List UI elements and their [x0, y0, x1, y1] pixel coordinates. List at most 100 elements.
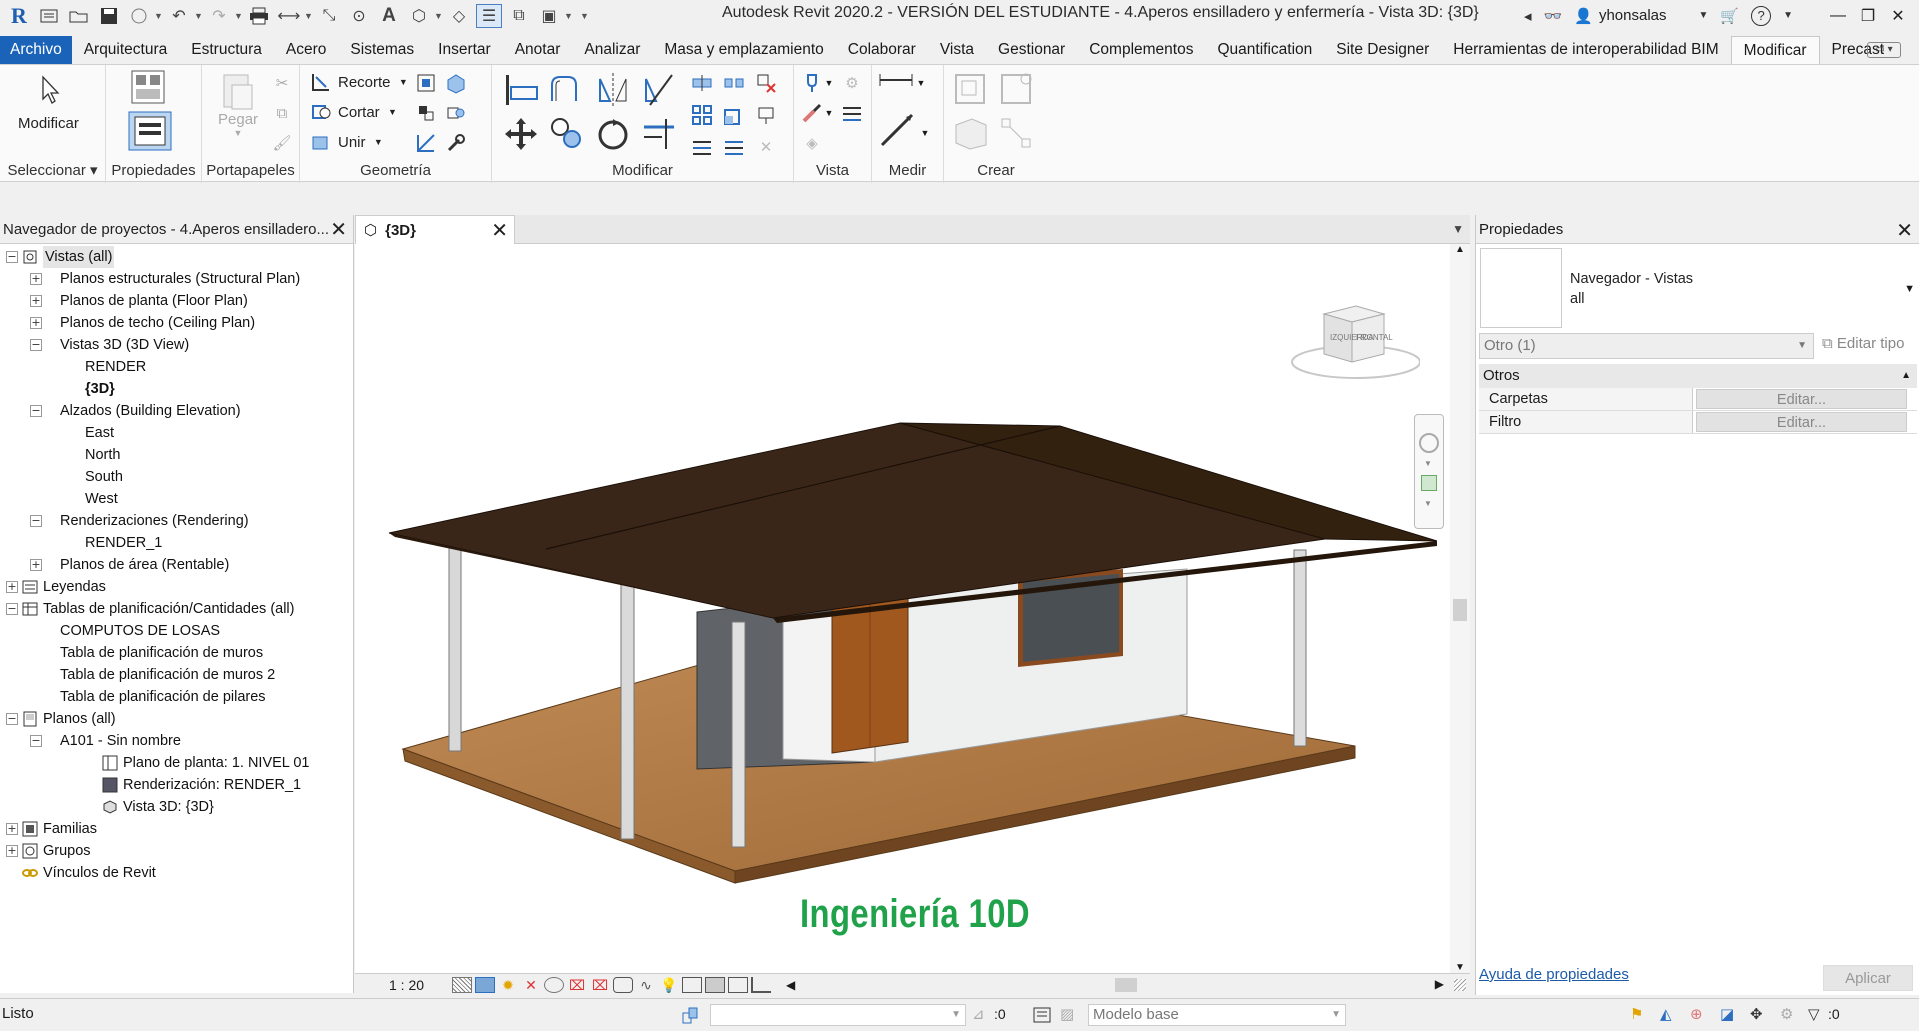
tab-vista[interactable]: Vista	[928, 36, 986, 64]
workset-select[interactable]: ▼	[710, 1004, 966, 1026]
tree-node[interactable]: − Planos (all)	[0, 708, 353, 730]
tab-complementos[interactable]: Complementos	[1077, 36, 1205, 64]
split-face-icon[interactable]	[444, 71, 468, 95]
match-properties-icon[interactable]: 🖌	[270, 131, 294, 155]
tab-anotar[interactable]: Anotar	[503, 36, 573, 64]
close-hidden-windows-icon[interactable]: ⧉	[506, 4, 532, 28]
scroll-up-icon[interactable]: ▲	[1455, 244, 1465, 255]
chevron-down-icon[interactable]: ▼	[194, 11, 204, 21]
tab-estructura[interactable]: Estructura	[179, 36, 274, 64]
tree-node[interactable]: Vista 3D: {3D}	[0, 796, 353, 818]
copy-icon[interactable]: ⧉	[270, 101, 294, 125]
chevron-down-icon[interactable]: ▼	[824, 101, 834, 125]
expand-icon[interactable]: +	[6, 823, 18, 835]
tree-node[interactable]: − Vistas (all)	[0, 246, 353, 268]
tab-archivo[interactable]: Archivo	[0, 36, 72, 64]
edit-type-button[interactable]: ⧉ Editar tipo	[1822, 335, 1904, 352]
worksharing-display-icon[interactable]	[751, 976, 772, 993]
filter-icon[interactable]: ▽	[1808, 1005, 1828, 1025]
tree-node[interactable]: Tabla de planificación de muros 2	[0, 664, 353, 686]
extend-multiple-icon[interactable]	[722, 135, 746, 159]
tab-herramientas-de-interoperabilidad-bim[interactable]: Herramientas de interoperabilidad BIM	[1441, 36, 1730, 64]
tree-node[interactable]: North	[0, 444, 353, 466]
steering-wheel-icon[interactable]	[1419, 433, 1439, 453]
properties-help-link[interactable]: Ayuda de propiedades	[1479, 966, 1629, 983]
lock-view-icon[interactable]	[613, 976, 634, 993]
undo-icon[interactable]: ↶	[166, 4, 192, 28]
expand-icon[interactable]: +	[30, 317, 42, 329]
tree-node[interactable]: − Vistas 3D (3D View)	[0, 334, 353, 356]
mirror-pick-axis-icon[interactable]	[594, 71, 632, 109]
background-processes-icon[interactable]: ⚙	[1780, 1005, 1800, 1025]
tree-node[interactable]: + Planos de techo (Ceiling Plan)	[0, 312, 353, 334]
drag-on-selection-icon[interactable]: ✥	[1750, 1005, 1770, 1025]
chevron-down-icon[interactable]: ▼	[564, 11, 574, 21]
tree-node[interactable]: + Planos de área (Rentable)	[0, 554, 353, 576]
scale-icon[interactable]	[722, 103, 746, 127]
collapse-icon[interactable]: −	[30, 515, 42, 527]
highlight-displacement-icon[interactable]	[705, 976, 726, 993]
chevron-left-icon[interactable]: ◂	[1524, 7, 1532, 25]
viewcube-front-face[interactable]: FRONTAL	[1356, 333, 1393, 342]
rotate-icon[interactable]	[594, 115, 632, 153]
measure-between-icon[interactable]	[878, 71, 914, 95]
tag-icon[interactable]: ⊙	[346, 4, 372, 28]
print-icon[interactable]	[246, 4, 272, 28]
collapse-icon[interactable]: −	[30, 405, 42, 417]
tree-node[interactable]: − Alzados (Building Elevation)	[0, 400, 353, 422]
revit-logo-icon[interactable]: R	[6, 3, 32, 28]
split-with-gap-icon[interactable]	[722, 71, 746, 95]
create-similar-icon[interactable]	[998, 115, 1036, 153]
tree-node[interactable]: − Tablas de planificación/Cantidades (all…	[0, 598, 353, 620]
section-icon[interactable]: ◇	[446, 4, 472, 28]
tab-arquitectura[interactable]: Arquitectura	[72, 36, 180, 64]
collapse-icon[interactable]: −	[6, 603, 18, 615]
help-icon[interactable]: ?	[1751, 5, 1772, 26]
cut-icon[interactable]: ✂	[270, 71, 294, 95]
tree-node[interactable]: − A101 - Sin nombre	[0, 730, 353, 752]
editing-requests-icon[interactable]: ⊿	[972, 1005, 992, 1025]
tree-node[interactable]: COMPUTOS DE LOSAS	[0, 620, 353, 642]
tree-node[interactable]: West	[0, 488, 353, 510]
render-dialog-icon[interactable]	[544, 976, 565, 993]
tree-node[interactable]: {3D}	[0, 378, 353, 400]
3d-view-icon[interactable]: ⬡	[406, 4, 432, 28]
unpin-icon[interactable]: ✕	[754, 135, 778, 159]
scroll-thumb[interactable]	[1453, 599, 1467, 621]
array-icon[interactable]	[690, 103, 714, 127]
chevron-down-icon[interactable]: ▼	[1424, 499, 1432, 508]
aligned-dimension-icon[interactable]: ⤡	[316, 4, 342, 28]
move-icon[interactable]	[502, 115, 540, 153]
collapse-icon[interactable]: −	[6, 713, 18, 725]
tree-node[interactable]: RENDER	[0, 356, 353, 378]
tree-node[interactable]: RENDER_1	[0, 532, 353, 554]
thin-lines-icon[interactable]: ☰	[476, 3, 502, 28]
user-icon[interactable]: 👤	[1574, 7, 1593, 25]
trim-multiple-icon[interactable]	[690, 135, 714, 159]
resize-grip-icon[interactable]	[1454, 979, 1466, 991]
pin-icon[interactable]	[754, 103, 778, 127]
tab-modificar[interactable]: Modificar	[1730, 36, 1820, 64]
save-icon[interactable]	[96, 4, 122, 28]
chevron-down-icon[interactable]: ▼	[824, 71, 834, 95]
tree-node[interactable]: + Familias	[0, 818, 353, 840]
3d-viewport[interactable]: IZQUIERDA FRONTAL ▼ ▼ Ingeniería 10D	[355, 244, 1450, 973]
property-edit-button[interactable]: Editar...	[1696, 412, 1907, 432]
expand-icon[interactable]: +	[30, 273, 42, 285]
detail-level-icon[interactable]	[452, 976, 473, 993]
chevron-down-icon[interactable]: ▼	[920, 121, 930, 145]
tree-node[interactable]: East	[0, 422, 353, 444]
tab-acero[interactable]: Acero	[274, 36, 339, 64]
tab-sistemas[interactable]: Sistemas	[338, 36, 426, 64]
scroll-down-icon[interactable]: ▼	[1455, 962, 1465, 973]
viewcube[interactable]: IZQUIERDA FRONTAL	[1290, 300, 1420, 390]
worksets-icon[interactable]	[680, 1005, 700, 1025]
create-group-icon[interactable]	[952, 115, 990, 153]
expand-icon[interactable]: +	[30, 559, 42, 571]
home-icon[interactable]	[36, 4, 62, 28]
temporary-hide-icon[interactable]: ∿	[636, 977, 656, 993]
reveal-constraints-icon[interactable]	[728, 976, 749, 993]
username[interactable]: yhonsalas	[1599, 7, 1667, 24]
mirror-draw-axis-icon[interactable]	[640, 71, 678, 109]
aligned-dimension-tool-icon[interactable]	[878, 109, 918, 149]
